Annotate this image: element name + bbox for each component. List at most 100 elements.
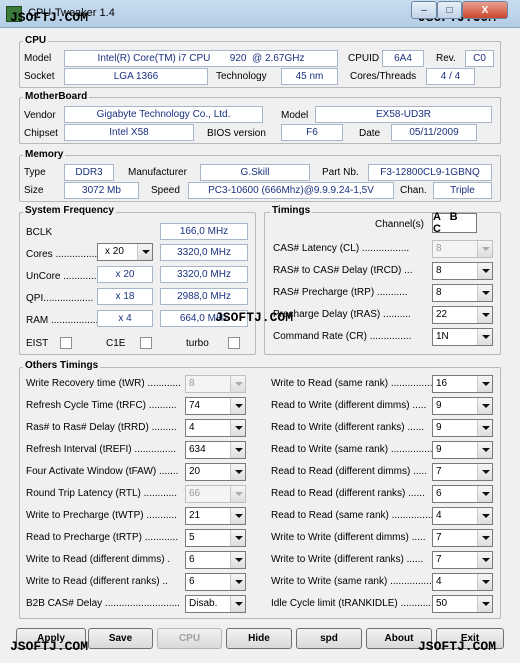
timing-row-label: Command Rate (CR) ............... (273, 331, 412, 342)
other-left-row-select[interactable]: 4 (185, 419, 246, 437)
other-left-row-label: Four Activate Window (tFAW) ....... (26, 466, 179, 477)
c1e-label: C1E (106, 338, 126, 349)
maximize-button[interactable]: □ (437, 1, 462, 19)
other-right-row-select[interactable]: 9 (432, 397, 493, 415)
other-right-row-select[interactable]: 4 (432, 573, 493, 591)
save-button[interactable]: Save (88, 628, 153, 649)
chevron-down-icon (230, 376, 245, 392)
timing-row-value: 8 (436, 287, 442, 298)
other-right-row-label: Read to Read (different ranks) ...... (271, 488, 425, 499)
timings-title: Timings (270, 205, 313, 216)
watermark-bottom-right: JSOFTJ.COM (418, 639, 497, 654)
other-left-row-select[interactable]: 8 (185, 375, 246, 393)
chevron-down-icon (477, 241, 492, 257)
motherboard-group-title: MotherBoard (23, 91, 90, 102)
cpu-group-title: CPU (23, 35, 49, 46)
spd-button[interactable]: spd (296, 628, 362, 649)
other-right-row-value: 4 (436, 510, 442, 521)
other-left-row-select[interactable]: Disab. (185, 595, 246, 613)
other-right-row-select[interactable]: 9 (432, 441, 493, 459)
other-right-row-value: 9 (436, 400, 442, 411)
other-right-row-select[interactable]: 7 (432, 463, 493, 481)
chevron-down-icon (230, 530, 245, 546)
channel-mode-label: Chan. (400, 185, 427, 196)
other-right-row-select[interactable]: 9 (432, 419, 493, 437)
close-button[interactable]: X (462, 1, 508, 19)
chipset-value: Intel X58 (64, 124, 194, 141)
hide-button[interactable]: Hide (226, 628, 292, 649)
socket-label: Socket (24, 71, 55, 82)
other-right-row-select[interactable]: 16 (432, 375, 493, 393)
timing-row-select[interactable]: 8 (432, 240, 493, 258)
channels-display[interactable]: A B C (432, 211, 477, 235)
other-right-row-label: Read to Read (different dimms) ..... (271, 466, 427, 477)
other-right-row-select[interactable]: 6 (432, 485, 493, 503)
timing-row-label: Precharge Delay (tRAS) .......... (273, 309, 411, 320)
cores-threads-value: 4 / 4 (426, 68, 475, 85)
other-left-row-label: Write to Read (different ranks) .. (26, 576, 168, 587)
eist-checkbox[interactable] (60, 337, 72, 349)
chevron-down-icon (230, 508, 245, 524)
cores-freq-value: 3320,0 MHz (160, 244, 248, 261)
date-label: Date (359, 128, 381, 139)
other-left-row-select[interactable]: 74 (185, 397, 246, 415)
other-left-row-value: Disab. (189, 598, 218, 609)
other-left-row-label: Write to Precharge (tWTP) ........... (26, 510, 177, 521)
uncore-freq-value: 3320,0 MHz (160, 266, 248, 283)
turbo-checkbox[interactable] (228, 337, 240, 349)
mb-model-label: Model (281, 110, 309, 121)
mem-speed-value: PC3-10600 (666Mhz)@9.9.9.24-1,5V (188, 182, 394, 199)
other-right-row-select[interactable]: 50 (432, 595, 493, 613)
rev-label: Rev. (436, 53, 456, 64)
timing-row-value: 1N (436, 331, 449, 342)
cores-multiplier-value: x 20 (105, 246, 124, 257)
other-right-row-select[interactable]: 7 (432, 551, 493, 569)
cpuid-label: CPUID (348, 53, 380, 64)
other-right-row-select[interactable]: 4 (432, 507, 493, 525)
other-right-row-label: Read to Write (same rank) ..............… (271, 444, 433, 455)
cores-threads-label: Cores/Threads (350, 71, 417, 82)
qpi-freq-label: QPI.................. (26, 293, 94, 304)
timing-row-label: RAS# to CAS# Delay (tRCD) ... (273, 265, 413, 276)
eist-label: EIST (26, 338, 49, 349)
mem-type-label: Type (24, 167, 46, 178)
other-right-row-value: 9 (436, 422, 442, 433)
ram-multiplier-value: x 4 (97, 310, 153, 327)
cores-multiplier-select[interactable]: x 20 (97, 243, 153, 261)
cpu-button[interactable]: CPU (157, 628, 222, 649)
other-left-row-select[interactable]: 634 (185, 441, 246, 459)
channel-mode-value: Triple (433, 182, 492, 199)
chevron-down-icon (230, 552, 245, 568)
other-left-row-select[interactable]: 5 (185, 529, 246, 547)
rev-value: C0 (465, 50, 494, 67)
technology-value: 45 nm (281, 68, 338, 85)
timing-row-select[interactable]: 1N (432, 328, 493, 346)
other-left-row-select[interactable]: 20 (185, 463, 246, 481)
other-left-row-value: 5 (189, 532, 195, 543)
other-right-row-label: Read to Write (different ranks) ...... (271, 422, 425, 433)
watermark-bottom-left: JSOFTJ.COM (10, 639, 89, 654)
minimize-button[interactable]: – (411, 1, 437, 19)
timing-row-select[interactable]: 8 (432, 284, 493, 302)
c1e-checkbox[interactable] (140, 337, 152, 349)
chevron-down-icon (477, 596, 492, 612)
other-left-row-select[interactable]: 6 (185, 551, 246, 569)
other-right-row-label: Write to Read (same rank) ..............… (271, 378, 433, 389)
part-number-label: Part Nb. (322, 167, 359, 178)
chevron-down-icon (230, 420, 245, 436)
timing-row-select[interactable]: 22 (432, 306, 493, 324)
chevron-down-icon (477, 486, 492, 502)
other-left-row-label: Refresh Interval (tREFI) ............... (26, 444, 177, 455)
other-right-row-label: Read to Write (different dimms) ..... (271, 400, 427, 411)
other-left-row-select[interactable]: 21 (185, 507, 246, 525)
chevron-down-icon (137, 244, 152, 260)
chevron-down-icon (477, 285, 492, 301)
other-left-row-select[interactable]: 6 (185, 573, 246, 591)
other-left-row-select[interactable]: 66 (185, 485, 246, 503)
watermark-top-left: JSOFTJ.COM (10, 10, 89, 25)
qpi-freq-value: 2988,0 MHz (160, 288, 248, 305)
cpu-model-label: Model (24, 53, 52, 64)
timing-row-select[interactable]: 8 (432, 262, 493, 280)
other-right-row-select[interactable]: 7 (432, 529, 493, 547)
other-right-row-value: 7 (436, 554, 442, 565)
